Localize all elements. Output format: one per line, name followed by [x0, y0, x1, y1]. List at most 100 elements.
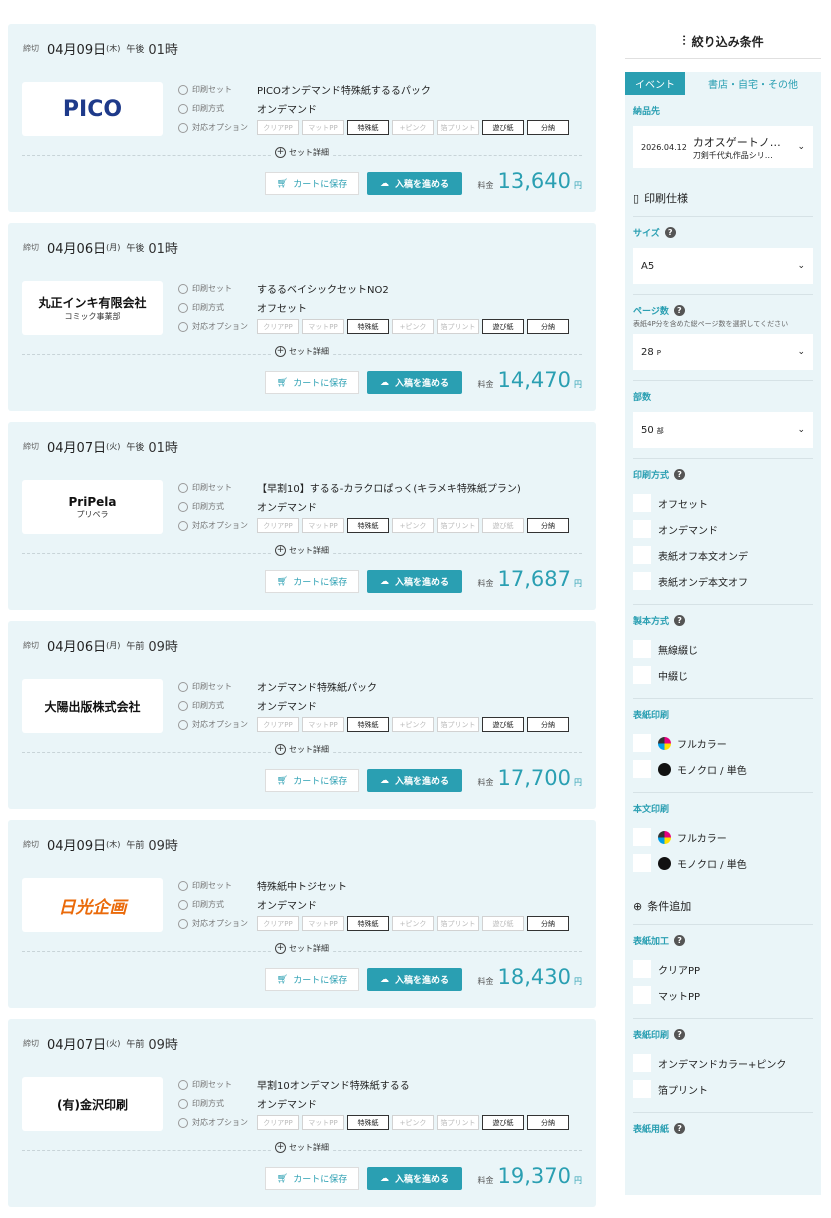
price-unit: 円 — [574, 181, 582, 190]
set-detail-label: セット詳細 — [289, 546, 329, 555]
delivery-event: カオスゲートノ… — [692, 135, 781, 149]
filter-checkbox[interactable]: モノクロ / 単色 — [633, 850, 813, 876]
logo-text: PriPela — [68, 494, 117, 509]
deadline-label: 締切 — [23, 43, 39, 53]
checkbox[interactable] — [633, 494, 651, 513]
printer-logo[interactable]: 日光企画 — [22, 878, 163, 932]
option-badge: クリアPP — [257, 916, 299, 931]
checkbox[interactable] — [633, 828, 651, 847]
checkbox[interactable] — [633, 1080, 651, 1099]
printer-logo[interactable]: (有)金沢印刷 — [22, 1077, 163, 1131]
checkbox[interactable] — [633, 572, 651, 591]
cart-label: カートに保存 — [293, 578, 348, 588]
option-badge: マットPP — [302, 1115, 344, 1130]
printer-logo[interactable]: PICO — [22, 82, 163, 136]
filter-checkbox[interactable]: クリアPP — [633, 956, 813, 982]
option-icon — [178, 122, 188, 133]
checkbox[interactable] — [633, 734, 651, 753]
filter-checkbox[interactable]: フルカラー — [633, 730, 813, 756]
filter-checkbox[interactable]: 無線綴じ — [633, 636, 813, 662]
save-to-cart-button[interactable]: 🛒︎ カートに保存 — [265, 1167, 359, 1190]
set-detail-button[interactable]: + セット詳細 — [271, 943, 333, 954]
save-to-cart-button[interactable]: 🛒︎ カートに保存 — [265, 172, 359, 195]
method-icon — [178, 103, 188, 114]
save-to-cart-button[interactable]: 🛒︎ カートに保存 — [265, 570, 359, 593]
pages-select[interactable]: 28 P ⌄ — [633, 334, 813, 371]
printer-logo[interactable]: 丸正インキ有限会社 コミック事業部 — [22, 281, 163, 335]
checkbox[interactable] — [633, 986, 651, 1005]
set-detail-label: セット詳細 — [289, 347, 329, 356]
checkbox[interactable] — [633, 546, 651, 565]
save-to-cart-button[interactable]: 🛒︎ カートに保存 — [265, 371, 359, 394]
help-icon[interactable]: ? — [674, 615, 686, 627]
set-detail-button[interactable]: + セット詳細 — [271, 346, 333, 357]
checkbox[interactable] — [633, 640, 651, 659]
spec-list: 印刷セット 【早割10】するる-カラクロぱっく(キラメキ特殊紙プラン) 印刷方式 オ… — [178, 478, 588, 535]
help-icon[interactable]: ? — [674, 1123, 686, 1135]
deadline-time: 01時 — [148, 440, 178, 456]
filter-checkbox[interactable]: フルカラー — [633, 824, 813, 850]
printer-logo[interactable]: 大陽出版株式会社 — [22, 679, 163, 733]
submit-manuscript-button[interactable]: ☁ 入稿を進める — [367, 1167, 462, 1190]
checkbox[interactable] — [633, 960, 651, 979]
submit-manuscript-button[interactable]: ☁ 入稿を進める — [367, 172, 462, 195]
filter-checkbox[interactable]: オンデマンド — [633, 516, 813, 542]
filter-checkbox[interactable]: 表紙オンデ本文オフ — [633, 568, 813, 594]
price-value: 18,430 — [497, 965, 571, 989]
checkbox[interactable] — [633, 854, 651, 873]
tab-store-home[interactable]: 書店・自宅・その他 — [685, 72, 821, 95]
copies-select[interactable]: 50 部 ⌄ — [633, 412, 813, 449]
print-set-value: するるベイシックセットNO2 — [257, 285, 389, 296]
plus-icon: + — [275, 1142, 286, 1153]
tab-event[interactable]: イベント — [625, 72, 685, 95]
set-detail-button[interactable]: + セット詳細 — [271, 1142, 333, 1153]
option-badge: 箔プリント — [437, 916, 479, 931]
cover-print2-label: 表紙印刷 — [633, 1031, 670, 1042]
set-detail-button[interactable]: + セット詳細 — [271, 545, 333, 556]
help-icon[interactable]: ? — [674, 469, 686, 481]
set-detail-button[interactable]: + セット詳細 — [271, 147, 333, 158]
submit-manuscript-button[interactable]: ☁ 入稿を進める — [367, 769, 462, 792]
filter-checkbox[interactable]: 箔プリント — [633, 1076, 813, 1102]
filter-checkbox[interactable]: マットPP — [633, 982, 813, 1008]
submit-manuscript-button[interactable]: ☁ 入稿を進める — [367, 371, 462, 394]
price-unit: 円 — [574, 579, 582, 588]
help-icon[interactable]: ? — [674, 1029, 686, 1041]
set-icon — [178, 283, 188, 294]
checkbox[interactable] — [633, 520, 651, 539]
filter-checkbox[interactable]: オンデマンドカラー+ピンク — [633, 1050, 813, 1076]
checkbox[interactable] — [633, 1054, 651, 1073]
submit-label: 入稿を進める — [394, 976, 449, 986]
option-badge: 遊び紙 — [482, 319, 524, 334]
printer-logo[interactable]: PriPela プリペラ — [22, 480, 163, 534]
option-badge: +ピンク — [392, 120, 434, 135]
filter-checkbox[interactable]: オフセット — [633, 490, 813, 516]
save-to-cart-button[interactable]: 🛒︎ カートに保存 — [265, 968, 359, 991]
save-to-cart-button[interactable]: 🛒︎ カートに保存 — [265, 769, 359, 792]
checkbox-label: マットPP — [658, 991, 701, 1003]
filter-title: 絞り込み条件 — [691, 34, 764, 49]
filter-checkbox[interactable]: モノクロ / 単色 — [633, 756, 813, 782]
option-icon — [178, 918, 188, 929]
filter-checkbox[interactable]: 中綴じ — [633, 662, 813, 688]
cover-finish-label: 表紙加工 — [633, 937, 670, 948]
price-value: 13,640 — [497, 169, 571, 193]
option-badges: クリアPP マットPP 特殊紙 +ピンク 箔プリント 遊び紙 分納 — [257, 717, 569, 732]
checkbox[interactable] — [633, 666, 651, 685]
submit-label: 入稿を進める — [394, 777, 449, 787]
print-set-label: 印刷セット — [192, 1080, 232, 1089]
submit-manuscript-button[interactable]: ☁ 入稿を進める — [367, 968, 462, 991]
help-icon[interactable]: ? — [673, 305, 685, 316]
set-detail-button[interactable]: + セット詳細 — [271, 744, 333, 755]
print-method-label: 印刷方式 — [192, 303, 224, 312]
price-label: 料金 — [477, 579, 494, 588]
submit-manuscript-button[interactable]: ☁ 入稿を進める — [367, 570, 462, 593]
deadline: 締切 04月06日 (月) 午後 01時 — [23, 237, 178, 257]
size-select[interactable]: A5 ⌄ — [633, 248, 813, 284]
delivery-select[interactable]: 2026.04.12 カオスゲートノ… 刀剣千代丸作品シリ… ⌄ — [633, 126, 813, 168]
help-icon[interactable]: ? — [674, 935, 686, 947]
filter-checkbox[interactable]: 表紙オフ本文オンデ — [633, 542, 813, 568]
checkbox-label: 無線綴じ — [658, 645, 698, 657]
help-icon[interactable]: ? — [664, 227, 676, 238]
checkbox[interactable] — [633, 760, 651, 779]
